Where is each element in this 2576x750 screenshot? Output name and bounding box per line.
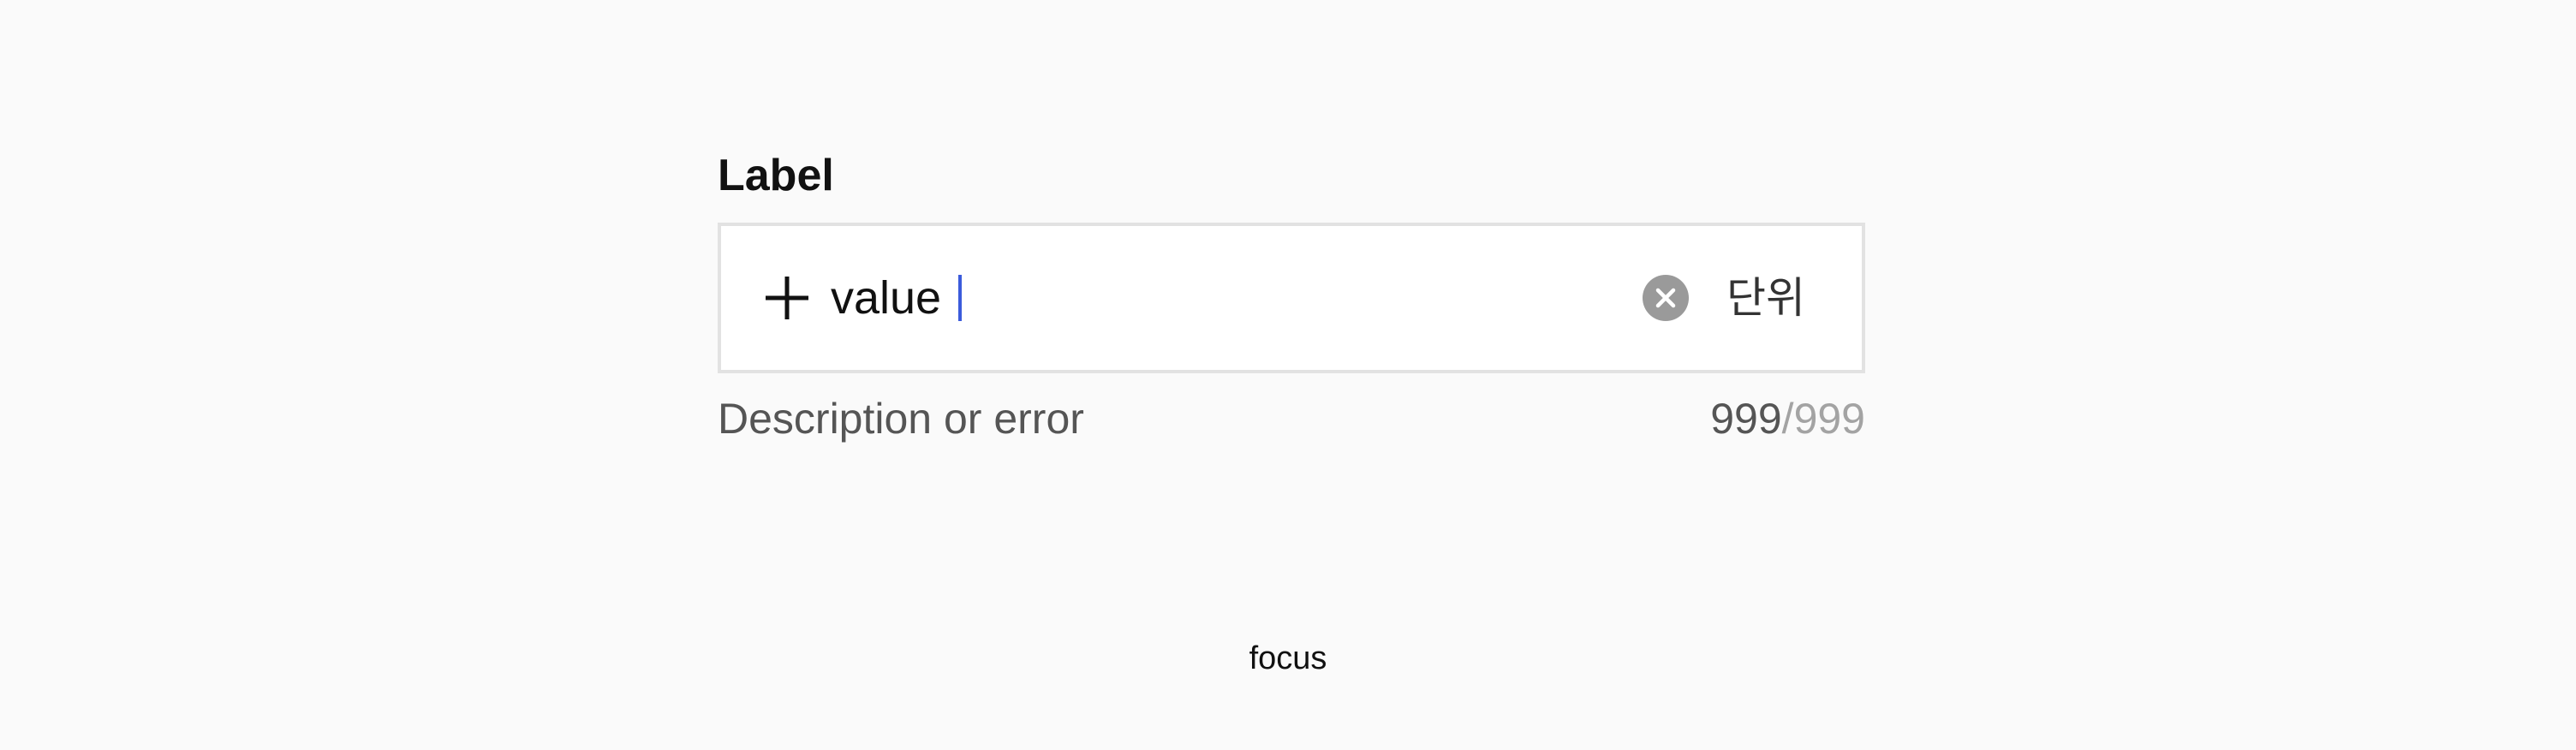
page: Label value 단위 Description or error 999/… — [0, 0, 2576, 750]
helper-row: Description or error 999/999 — [718, 389, 1865, 449]
helper-description: Description or error — [718, 395, 1084, 443]
character-counter: 999/999 — [1710, 394, 1865, 443]
text-caret — [958, 275, 963, 321]
field-label: Label — [718, 151, 834, 200]
clear-icon[interactable] — [1643, 275, 1689, 321]
counter-max: 999 — [1793, 395, 1865, 443]
plus-icon[interactable] — [764, 275, 810, 321]
unit-suffix: 단위 — [1726, 273, 1805, 323]
counter-current: 999 — [1710, 395, 1782, 443]
counter-separator: / — [1781, 395, 1794, 443]
text-field: Label value 단위 Description or error 999/… — [718, 146, 1865, 449]
text-input[interactable]: value 단위 — [718, 223, 1865, 373]
state-caption: focus — [1249, 640, 1327, 676]
input-value[interactable]: value — [831, 268, 941, 328]
input-value-area[interactable]: value — [831, 268, 1643, 328]
